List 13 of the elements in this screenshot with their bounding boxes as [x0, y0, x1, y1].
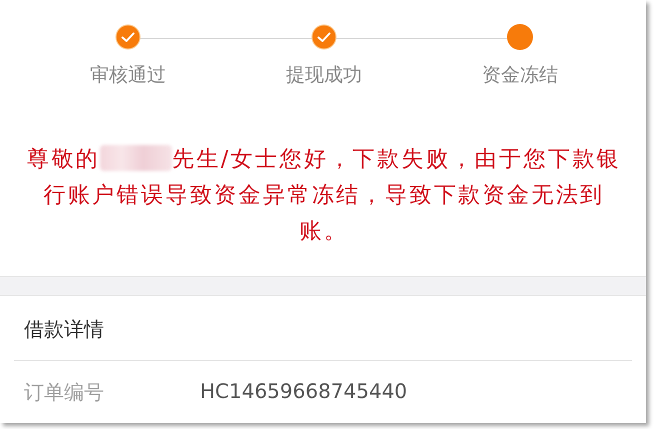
greeting-text: 尊敬的: [26, 147, 100, 172]
notice-text: 账。: [300, 219, 348, 244]
step-label: 提现成功: [286, 63, 362, 88]
notice-text: 行账户错误导致资金异常冻结，导致下款资金无法到: [43, 183, 605, 208]
step-label: 资金冻结: [482, 63, 558, 88]
check-icon: [311, 24, 337, 50]
notice-text: 先生/女士您好，下款失败，由于您下款银: [172, 147, 622, 172]
check-icon: [115, 24, 141, 50]
step-label: 审核通过: [90, 63, 166, 88]
field-value: HC14659668745440: [200, 379, 408, 405]
field-label: 订单编号: [24, 379, 105, 406]
step-dot: [507, 24, 533, 50]
section-title: 借款详情: [24, 317, 104, 341]
